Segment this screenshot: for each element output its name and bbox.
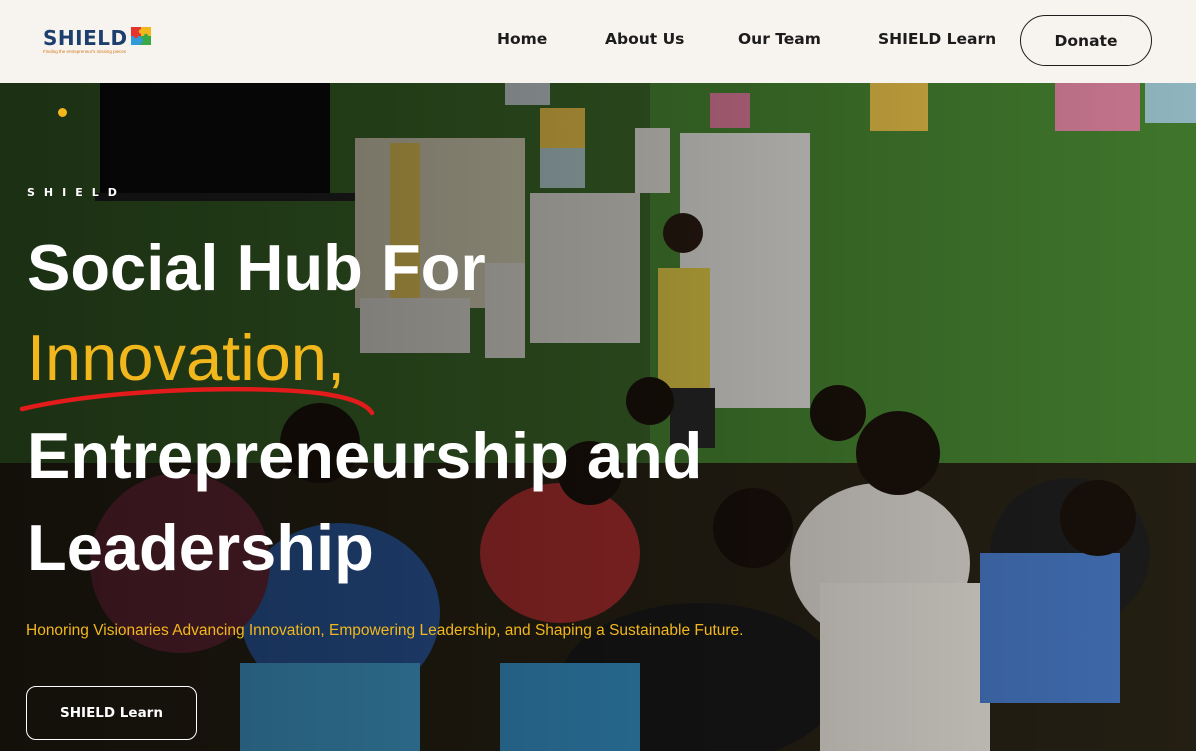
- accent-dot: [58, 108, 67, 117]
- hero-section: SHIELD Social Hub For Innovation, Entrep…: [0, 83, 1196, 751]
- nav-about-us[interactable]: About Us: [605, 30, 684, 48]
- shield-learn-button[interactable]: SHIELD Learn: [26, 686, 197, 740]
- nav-our-team[interactable]: Our Team: [738, 30, 821, 48]
- site-header: SHIELD Finding the entrepreneur's missin…: [0, 0, 1196, 83]
- nav-home[interactable]: Home: [497, 30, 547, 48]
- hero-heading-line3: Entrepreneurship and: [27, 419, 703, 492]
- hero-subtitle: Honoring Visionaries Advancing Innovatio…: [26, 622, 744, 639]
- logo-tagline: Finding the entrepreneur's missing piece…: [43, 49, 127, 54]
- hero-heading-line2: Innovation,: [27, 321, 346, 394]
- red-underline-swoosh: [19, 386, 375, 416]
- logo-wordmark: SHIELD: [43, 26, 128, 50]
- donate-button[interactable]: Donate: [1020, 15, 1152, 66]
- hero-heading-line1: Social Hub For: [27, 231, 486, 304]
- hero-eyebrow: SHIELD: [27, 186, 126, 199]
- shield-logo[interactable]: SHIELD Finding the entrepreneur's missin…: [43, 24, 158, 58]
- hero-heading-line4: Leadership: [27, 511, 374, 584]
- puzzle-icon: [131, 27, 151, 45]
- nav-shield-learn[interactable]: SHIELD Learn: [878, 30, 996, 48]
